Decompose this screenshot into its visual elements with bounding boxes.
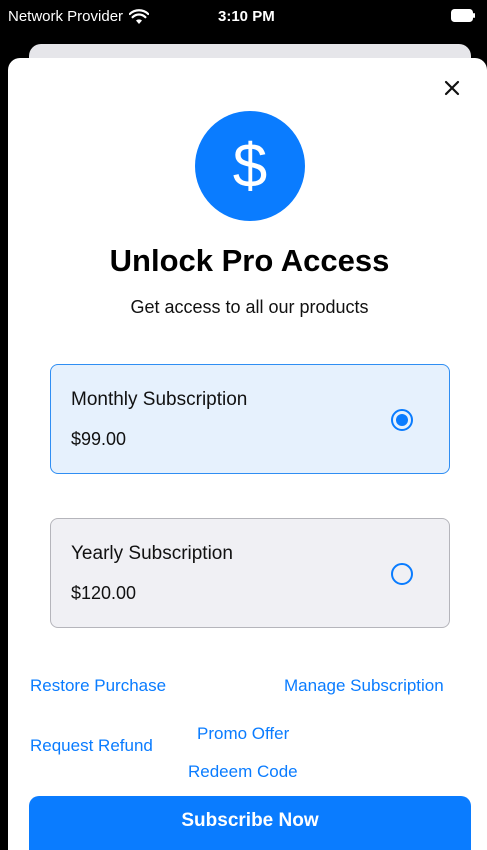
radio-unselected-icon[interactable] <box>391 563 413 585</box>
page-subtitle: Get access to all our products <box>130 297 369 317</box>
plan-card-yearly[interactable]: Yearly Subscription $120.00 <box>50 518 450 628</box>
restore-purchase-link[interactable]: Restore Purchase <box>30 676 166 696</box>
subscribe-now-button[interactable]: Subscribe Now <box>29 796 471 850</box>
promo-offer-link[interactable]: Promo Offer <box>197 724 289 744</box>
plan-price: $99.00 <box>71 429 127 449</box>
request-refund-link[interactable]: Request Refund <box>30 736 153 756</box>
carrier-label: Network Provider <box>8 8 124 25</box>
radio-selected-icon[interactable] <box>391 409 413 431</box>
close-icon <box>444 80 460 96</box>
plan-name: Yearly Subscription <box>71 543 233 564</box>
manage-subscription-link[interactable]: Manage Subscription <box>284 676 444 696</box>
close-button[interactable] <box>438 74 466 102</box>
paywall-screen: Network Provider 3:10 PM $ Unlock Pro Ac… <box>0 0 487 850</box>
redeem-code-link[interactable]: Redeem Code <box>188 762 298 782</box>
status-time: 3:10 PM <box>218 8 275 25</box>
battery-icon <box>451 9 475 22</box>
dollar-icon: $ <box>195 111 305 221</box>
status-bar: Network Provider 3:10 PM <box>0 0 487 34</box>
wifi-icon <box>129 8 150 24</box>
plan-card-monthly[interactable]: Monthly Subscription $99.00 <box>50 364 450 474</box>
page-title: Unlock Pro Access <box>109 243 390 278</box>
plan-price: $120.00 <box>71 583 137 603</box>
plan-name: Monthly Subscription <box>71 389 248 410</box>
subscribe-now-label: Subscribe Now <box>181 810 319 831</box>
status-carrier: Network Provider <box>8 8 150 25</box>
dollar-symbol: $ <box>232 131 268 201</box>
